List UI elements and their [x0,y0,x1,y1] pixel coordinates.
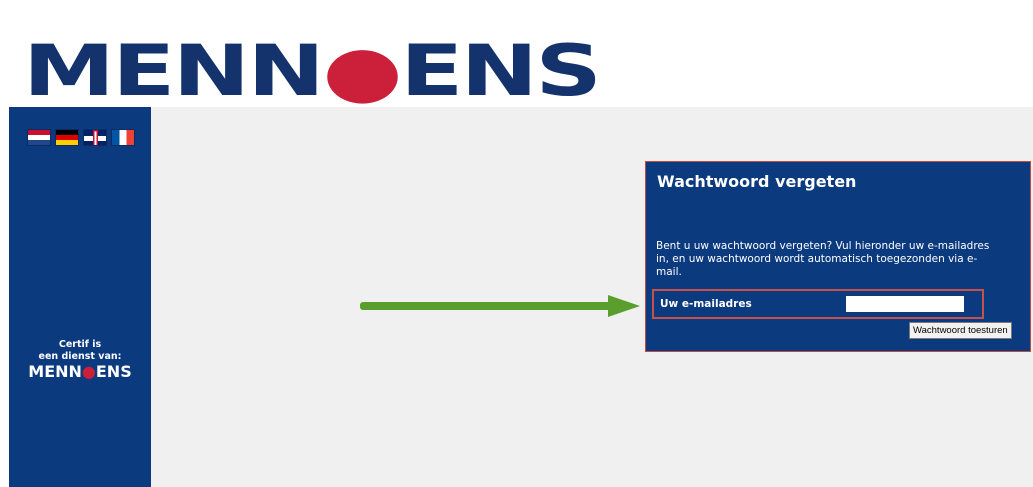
email-label: Uw e-mailadres [660,298,752,310]
certif-notice: Certif is een dienst van: MENN●ENS [9,339,151,380]
german-flag-icon[interactable] [55,129,79,146]
send-password-button[interactable]: Wachtwoord toesturen [909,322,1012,339]
logo-red-dot-icon: ● [322,30,403,112]
panel-title: Wachtwoord vergeten [657,172,857,191]
certif-logo-part2: ENS [95,362,132,381]
french-flag-icon[interactable] [111,129,135,146]
language-selector [27,129,135,146]
dutch-flag-icon[interactable] [27,129,51,146]
page: MENN ● ENS Certif is een dienst van: MENN●… [9,14,1033,487]
certif-logo-part1: MENN [28,362,82,381]
certif-mennens-logo: MENN●ENS [9,364,151,380]
mennens-logo: MENN ● ENS [23,30,602,112]
header: MENN ● ENS [9,14,1033,107]
logo-text-part2: ENS [400,30,602,112]
certif-logo-dot-icon: ● [81,362,96,381]
email-field-highlight: Uw e-mailadres [652,289,984,319]
sidebar: Certif is een dienst van: MENN●ENS [9,107,151,487]
english-flag-icon[interactable] [83,129,107,146]
forgot-password-panel: Wachtwoord vergeten Bent u uw wachtwoord… [645,161,1031,352]
panel-description: Bent u uw wachtwoord vergeten? Vul hiero… [656,240,990,278]
logo-text-part1: MENN [23,30,325,112]
certif-line1: Certif is [58,339,102,350]
email-field[interactable] [846,296,964,312]
green-arrow-right-icon [360,295,640,317]
